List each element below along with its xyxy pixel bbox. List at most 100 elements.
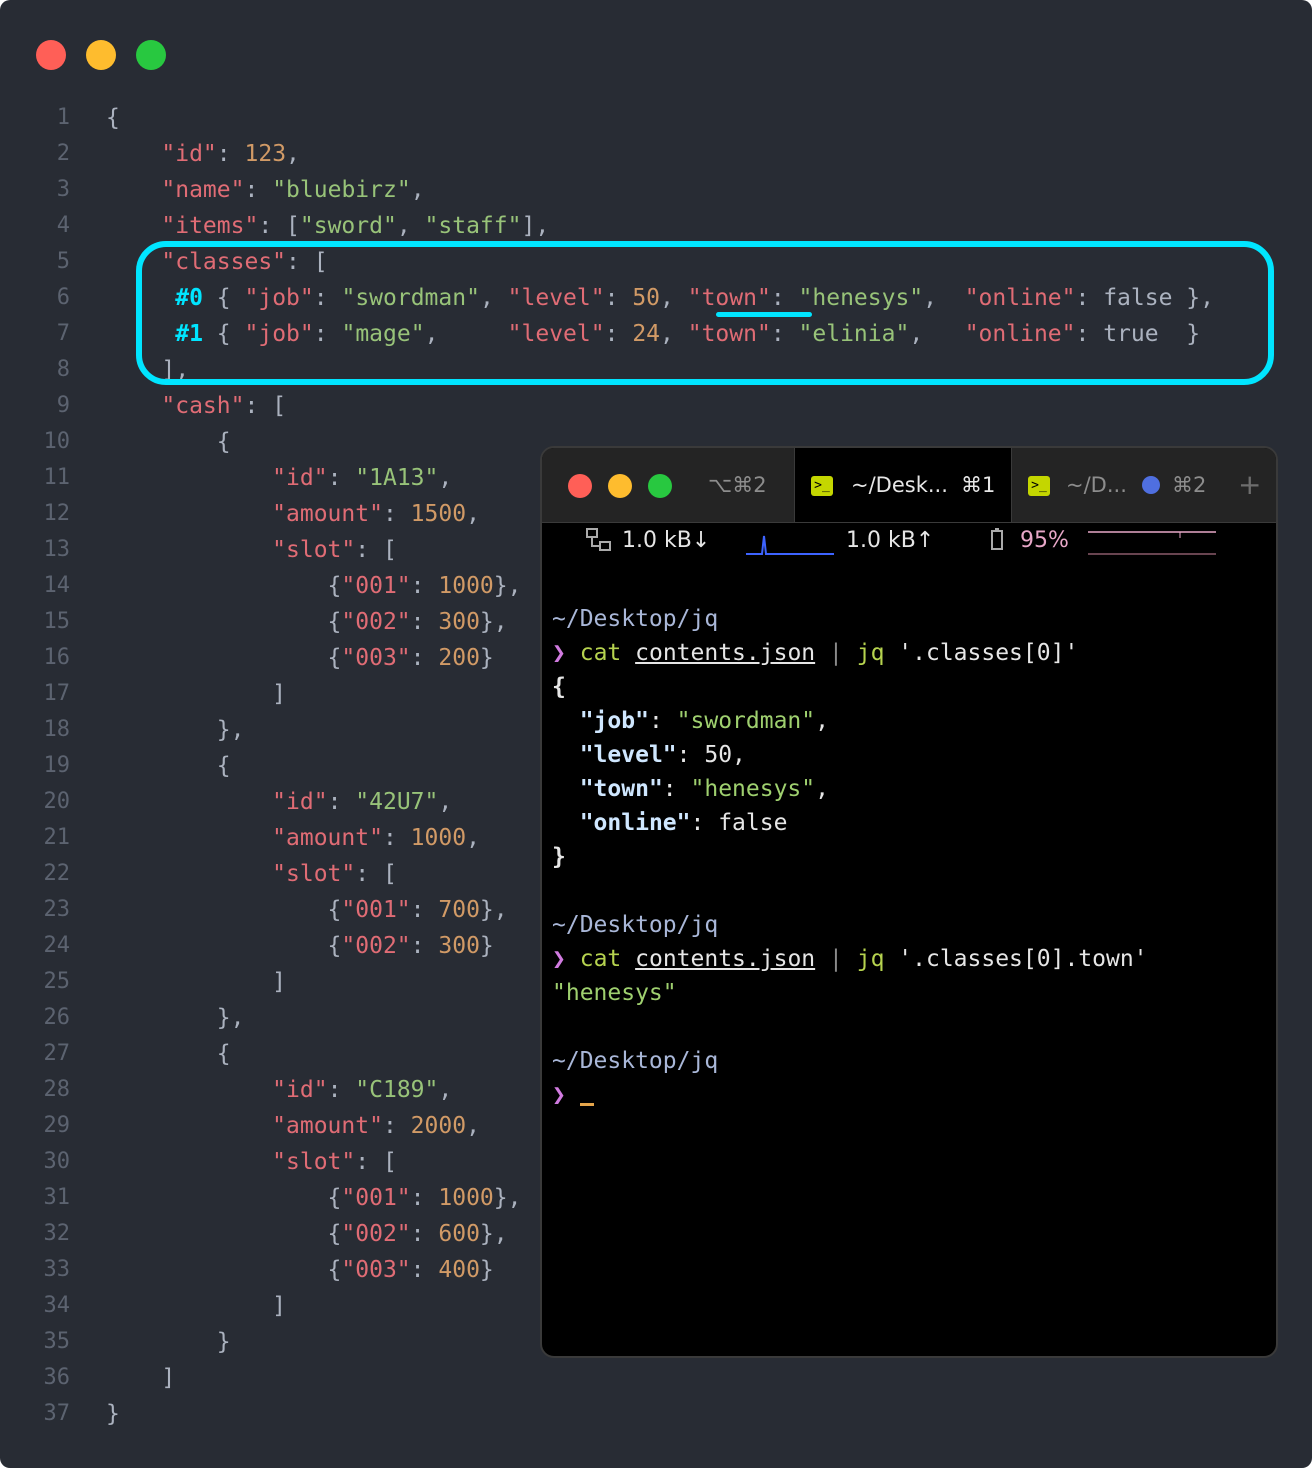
terminal-window: ⌥⌘2 >_ ~/Desk... ⌘1 >_ ~/D... ⌘2 + 1.0 k… <box>540 446 1278 1358</box>
string-output: "henesys" <box>552 976 677 1010</box>
path-text: ~/Desktop/jq <box>552 912 719 938</box>
line-number: 14 <box>43 573 71 598</box>
battery-graph <box>1088 530 1216 556</box>
code-text: { <box>106 1041 231 1067</box>
json-tail: , <box>815 776 829 802</box>
line-number: 7 <box>56 321 70 346</box>
upload-rate: 1.0 kB↑ <box>846 528 935 553</box>
terminal-zoom-button[interactable] <box>648 474 672 498</box>
json-value: "swordman" <box>676 708 816 734</box>
tab-shortcut: ⌘2 <box>1172 473 1207 497</box>
json-tail: , <box>732 742 746 768</box>
line-number: 16 <box>43 645 71 670</box>
line-number: 13 <box>43 537 71 562</box>
line-number: 23 <box>43 897 71 922</box>
line-number: 25 <box>43 969 71 994</box>
line-number: 22 <box>43 861 71 886</box>
prompt-path: ~/Desktop/jq <box>552 908 718 942</box>
code-text: "amount": 1500, <box>272 501 480 527</box>
code-text: "amount": 1000, <box>272 825 480 851</box>
tab-title: ~/Desk... <box>851 473 948 497</box>
code-text: {"001": 1000}, <box>106 573 522 599</box>
terminal-prompt-icon: >_ <box>811 476 833 496</box>
pipe: | <box>829 946 843 972</box>
network-graph <box>746 528 834 556</box>
code-text: "slot": [ <box>272 1149 397 1175</box>
code-text: ] <box>106 1293 287 1319</box>
command-file-arg[interactable]: contents.json <box>635 640 815 666</box>
code-text: {"003": 200} <box>106 645 494 671</box>
tab-title: ~/D... <box>1066 473 1127 497</box>
prompt-chevron-icon: ❯ <box>552 946 566 972</box>
minimize-window-button[interactable] <box>86 40 116 70</box>
command-line: ❯ cat contents.json | jq '.classes[0].to… <box>552 942 1148 976</box>
command-tool: jq <box>856 640 885 666</box>
code-text: }, <box>106 1005 245 1031</box>
json-output-line: "level": 50, <box>552 738 746 772</box>
command: cat <box>579 946 622 972</box>
line-number: 30 <box>43 1149 71 1174</box>
output-text: } <box>552 844 566 870</box>
code-text: } <box>106 1401 120 1427</box>
code-text: {"001": 700}, <box>106 897 508 923</box>
command-file-arg[interactable]: contents.json <box>635 946 815 972</box>
tab-desktop-active[interactable]: >_ ~/Desk... ⌘1 <box>794 448 1012 522</box>
code-text: "items": ["sword", "staff"], <box>161 213 550 239</box>
line-number: 28 <box>43 1077 71 1102</box>
terminal-close-button[interactable] <box>568 474 592 498</box>
activity-dot-icon <box>1142 476 1160 494</box>
code-text: "amount": 2000, <box>272 1113 480 1139</box>
town-key-underline <box>716 312 812 317</box>
line-number: 12 <box>43 501 71 526</box>
output-text: "henesys" <box>552 980 677 1006</box>
close-window-button[interactable] <box>36 40 66 70</box>
download-rate: 1.0 kB↓ <box>622 528 711 553</box>
line-number: 8 <box>56 357 70 382</box>
line-number: 33 <box>43 1257 71 1282</box>
json-value: "henesys" <box>690 776 816 802</box>
line-number: 19 <box>43 753 71 778</box>
code-text: {"002": 300} <box>106 933 494 959</box>
output-line: } <box>552 840 566 874</box>
line-number: 17 <box>43 681 71 706</box>
code-text: "name": "bluebirz", <box>161 177 425 203</box>
json-sep: : <box>648 708 677 734</box>
json-output-line: "online": false <box>552 806 788 840</box>
json-sep: : <box>676 742 705 768</box>
code-text: "id": "1A13", <box>272 465 453 491</box>
prompt-chevron-icon: ❯ <box>552 1082 566 1108</box>
code-text: {"002": 600}, <box>106 1221 508 1247</box>
code-text: "id": "42U7", <box>272 789 453 815</box>
code-text: "cash": [ <box>161 393 287 419</box>
line-number: 29 <box>43 1113 71 1138</box>
command-line: ❯ cat contents.json | jq '.classes[0]' <box>552 636 1078 670</box>
code-text: {"002": 300}, <box>106 609 508 635</box>
terminal-tab-bar: ⌥⌘2 >_ ~/Desk... ⌘1 >_ ~/D... ⌘2 + <box>542 448 1276 523</box>
terminal-minimize-button[interactable] <box>608 474 632 498</box>
output-text: { <box>552 674 566 700</box>
json-tail: , <box>815 708 829 734</box>
json-output-line: "town": "henesys", <box>552 772 829 806</box>
new-tab-button[interactable]: + <box>1238 448 1261 522</box>
prompt-path: ~/Desktop/jq <box>552 1044 718 1078</box>
json-key: "online" <box>579 810 691 836</box>
line-number: 31 <box>43 1185 71 1210</box>
zoom-window-button[interactable] <box>136 40 166 70</box>
line-number: 3 <box>56 177 70 202</box>
code-text: }, <box>106 717 245 743</box>
prompt-path: ~/Desktop/jq <box>552 602 718 636</box>
command-query: '.classes[0]' <box>898 640 1079 666</box>
command-query: '.classes[0].town' <box>898 946 1148 972</box>
line-number: 37 <box>43 1401 71 1426</box>
tab-desktop-2[interactable]: >_ ~/D... ⌘2 <box>1012 448 1234 522</box>
json-sep: : <box>662 776 691 802</box>
code-text: "slot": [ <box>272 537 397 563</box>
line-number: 21 <box>43 825 71 850</box>
line-number: 24 <box>43 933 71 958</box>
line-number: 27 <box>43 1041 71 1066</box>
command-tool: jq <box>856 946 885 972</box>
json-value: false <box>718 810 788 836</box>
tab-shortcut: ⌘1 <box>961 473 996 497</box>
code-text: {"001": 1000}, <box>106 1185 522 1211</box>
text-cursor[interactable] <box>579 1103 594 1106</box>
